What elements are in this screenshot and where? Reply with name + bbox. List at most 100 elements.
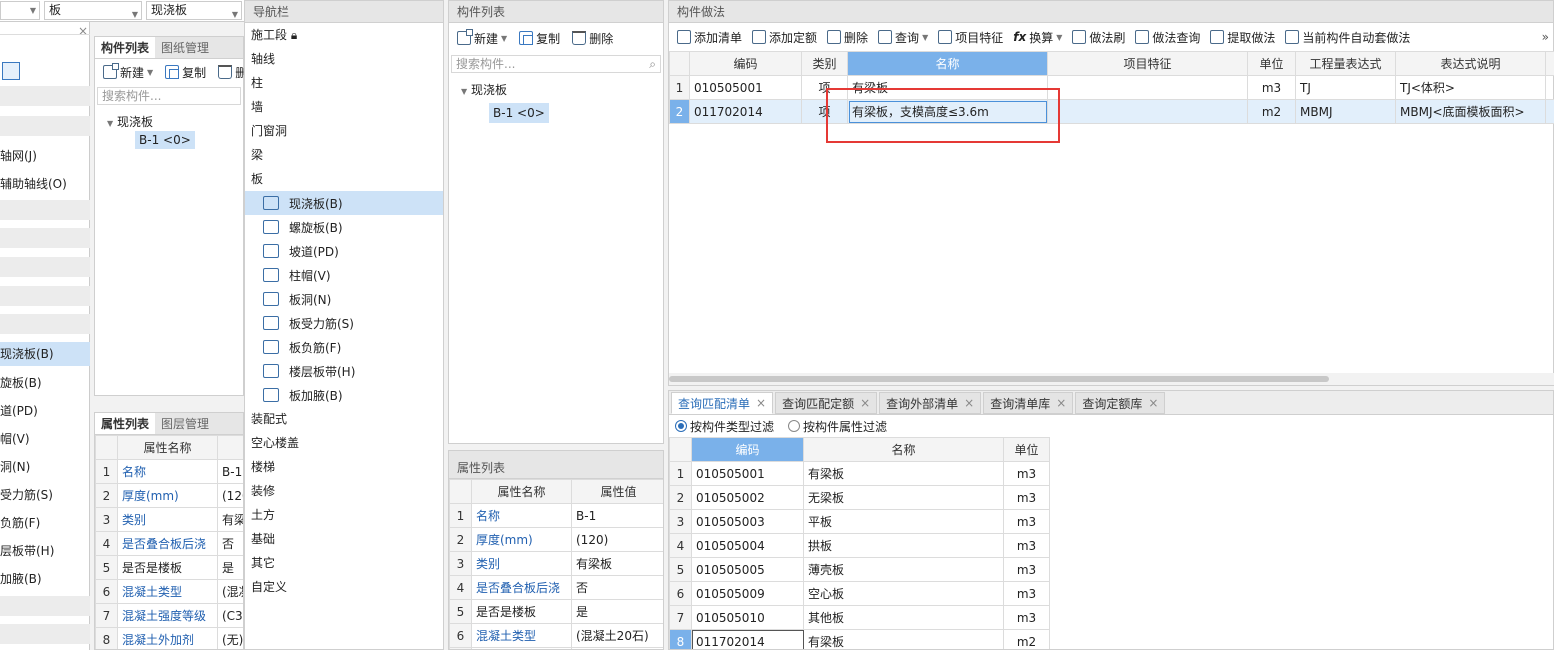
method-tool-7[interactable]: 做法查询 — [1131, 26, 1204, 48]
method-tool-6[interactable]: 做法刷 — [1068, 26, 1129, 48]
nav-item[interactable]: 空心楼盖 — [245, 431, 443, 455]
method-cell-code[interactable]: 010505001 — [689, 75, 802, 100]
query-cell-unit[interactable]: m2 — [1003, 629, 1050, 649]
nav-sub-item[interactable]: 板负筋(F) — [245, 335, 443, 359]
property-row[interactable]: 1 名称 B-1 — [95, 459, 243, 484]
left-item[interactable]: 负筋(F) — [0, 514, 40, 531]
property-row[interactable]: 4 是否叠合板后浇否 — [449, 575, 663, 600]
query-tab-0[interactable]: 查询匹配清单 × — [671, 392, 774, 414]
query-cell-name[interactable]: 有梁板 — [803, 461, 1004, 486]
property-row[interactable]: 3 类别 有梁 — [95, 507, 243, 532]
query-cell-code[interactable]: 010505001 — [691, 461, 804, 486]
query-row[interactable]: 1 010505001 有梁板 m3 — [669, 461, 1050, 486]
tree-child[interactable]: B-1 <0> — [449, 103, 663, 123]
delete-button[interactable]: 删除 — [568, 27, 617, 49]
query-cell-code[interactable]: 010505003 — [691, 509, 804, 534]
tree-root[interactable]: ▼ 现浇板 — [95, 107, 243, 129]
query-cell-code[interactable]: 010505002 — [691, 485, 804, 510]
method-cell-feat[interactable] — [1047, 75, 1248, 100]
floor-dropdown[interactable]: ▼ — [0, 1, 40, 20]
query-header[interactable]: 名称 — [803, 437, 1004, 462]
nav-item-section[interactable]: 施工段 🔒︎ — [245, 23, 443, 47]
method-cell-expr[interactable]: MBMJ — [1295, 99, 1396, 124]
close-icon[interactable]: × — [1056, 396, 1066, 410]
method-header[interactable]: 单位 — [1247, 51, 1296, 76]
nav-item[interactable]: 其它 — [245, 551, 443, 575]
query-cell-unit[interactable]: m3 — [1003, 485, 1050, 510]
new-button[interactable]: 新建 ▼ — [453, 27, 511, 49]
property-row[interactable]: 3 类别 有梁板 — [449, 551, 663, 576]
left-item-aux[interactable]: 辅助轴线(O) — [0, 175, 67, 192]
query-cell-unit[interactable]: m3 — [1003, 557, 1050, 582]
close-icon[interactable]: × — [756, 396, 766, 410]
property-row[interactable]: 4 是否叠合板后浇否 — [95, 531, 243, 556]
method-tool-4[interactable]: 项目特征 — [934, 26, 1007, 48]
method-tool-3[interactable]: 查询 ▼ — [874, 26, 932, 48]
nav-sub-item[interactable]: 板受力筋(S) — [245, 311, 443, 335]
copy-button[interactable]: 复制 — [515, 27, 564, 49]
method-header[interactable]: 类别 — [801, 51, 848, 76]
property-value[interactable]: 有梁板 — [571, 551, 663, 576]
property-row[interactable]: 5 是否是楼板是 — [449, 599, 663, 624]
nav-item-door-window[interactable]: 门窗洞 — [245, 119, 443, 143]
query-tab-4[interactable]: 查询定额库 × — [1075, 392, 1166, 414]
nav-item-wall[interactable]: 墙 — [245, 95, 443, 119]
property-row[interactable]: 8 混凝土外加剂 (无) — [95, 627, 243, 649]
nav-sub-item[interactable]: 楼层板带(H) — [245, 359, 443, 383]
property-row[interactable]: 2厚度(mm)(120 — [95, 483, 243, 508]
left-item[interactable]: 道(PD) — [0, 402, 38, 419]
query-cell-code[interactable]: 010505005 — [691, 557, 804, 582]
query-tab-3[interactable]: 查询清单库 × — [983, 392, 1074, 414]
left-item-grid[interactable]: 轴网(J) — [0, 147, 37, 164]
method-cell-desc[interactable]: TJ<体积> — [1395, 75, 1546, 100]
left-item[interactable]: 旋板(B) — [0, 374, 42, 391]
method-row[interactable]: 2 011702014 项有梁板，支模高度≤3.6m m2 MBMJ MBMJ<底面模板面… — [669, 99, 1554, 124]
property-value[interactable]: (无) — [217, 627, 243, 649]
method-cell-unit[interactable]: m2 — [1247, 99, 1296, 124]
method-header[interactable]: 工程量表达式 — [1295, 51, 1396, 76]
property-value[interactable]: (C30 — [217, 603, 243, 628]
tab-property-list[interactable]: 属性列表 — [95, 413, 156, 434]
query-row[interactable]: 7 010505010 其他板 m3 — [669, 605, 1050, 630]
query-cell-unit[interactable]: m3 — [1003, 605, 1050, 630]
query-cell-unit[interactable]: m3 — [1003, 581, 1050, 606]
property-value[interactable]: 否 — [217, 531, 243, 556]
nav-sub-item[interactable]: 板加腋(B) — [245, 383, 443, 407]
query-row[interactable]: 3 010505003 平板 m3 — [669, 509, 1050, 534]
query-cell-code[interactable]: 010505004 — [691, 533, 804, 558]
scrollbar-thumb[interactable] — [669, 376, 1329, 382]
nav-sub-item[interactable]: 现浇板(B) — [245, 191, 443, 215]
property-value[interactable]: 否 — [571, 575, 663, 600]
property-row[interactable]: 1 名称 B-1 — [449, 503, 663, 528]
property-value[interactable]: (120) — [571, 527, 663, 552]
property-row[interactable]: 6 混凝土类型 (混凝土20石) — [449, 623, 663, 648]
query-cell-name[interactable]: 空心板 — [803, 581, 1004, 606]
query-cell-name[interactable]: 平板 — [803, 509, 1004, 534]
left-item[interactable]: 层板带(H) — [0, 542, 54, 559]
query-cell-unit[interactable]: m3 — [1003, 509, 1050, 534]
method-cell-unit[interactable]: m3 — [1247, 75, 1296, 100]
query-row[interactable]: 5 010505005 薄壳板 m3 — [669, 557, 1050, 582]
property-value[interactable]: B-1 — [571, 503, 663, 528]
method-tool-0[interactable]: 添加清单 — [673, 26, 746, 48]
nav-item[interactable]: 装修 — [245, 479, 443, 503]
horizontal-scrollbar[interactable] — [669, 373, 1554, 385]
left-item[interactable]: 加腋(B) — [0, 570, 42, 587]
filter-type-radio[interactable]: 按构件类型过滤 — [675, 418, 774, 435]
list-view-icon[interactable] — [2, 62, 20, 80]
query-cell-unit[interactable]: m3 — [1003, 533, 1050, 558]
property-value[interactable]: 有梁 — [217, 507, 243, 532]
query-cell-name[interactable]: 拱板 — [803, 533, 1004, 558]
nav-sub-item[interactable]: 板洞(N) — [245, 287, 443, 311]
nav-item[interactable]: 基础 — [245, 527, 443, 551]
copy-button[interactable]: 复制 — [161, 61, 210, 83]
method-cell-feat[interactable] — [1047, 99, 1248, 124]
method-tool-2[interactable]: 删除 — [823, 26, 872, 48]
close-icon[interactable]: × — [78, 24, 88, 38]
method-header[interactable]: 表达式说明 — [1395, 51, 1546, 76]
nav-item-beam[interactable]: 梁 — [245, 143, 443, 167]
query-cell-name[interactable]: 薄壳板 — [803, 557, 1004, 582]
query-row[interactable]: 4 010505004 拱板 m3 — [669, 533, 1050, 558]
nav-item[interactable]: 楼梯 — [245, 455, 443, 479]
left-item[interactable]: 帽(V) — [0, 430, 30, 447]
